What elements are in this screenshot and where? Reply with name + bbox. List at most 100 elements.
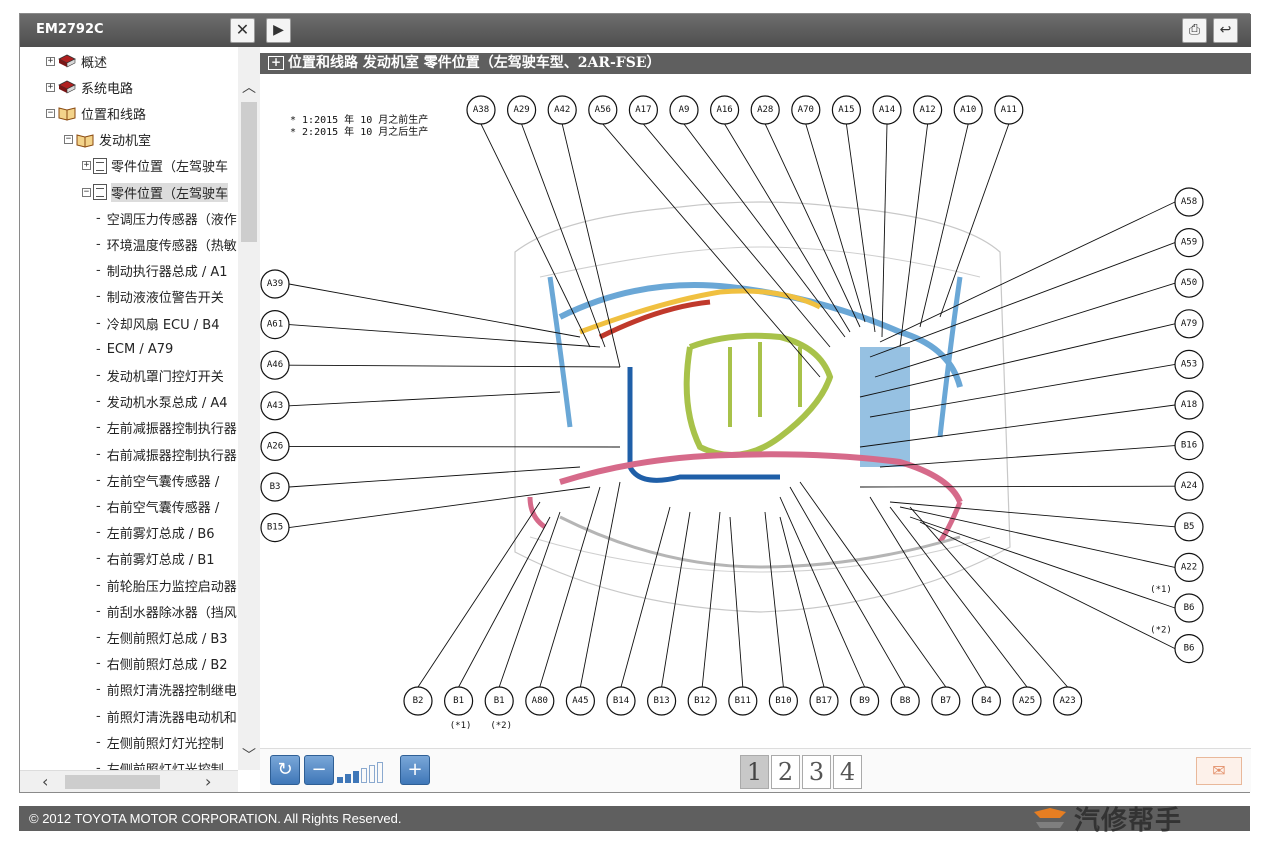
leader-line <box>683 123 846 338</box>
tree-item-label: 右前空气囊传感器 / <box>106 500 220 516</box>
scroll-left-arrow[interactable]: ‹ <box>42 772 48 791</box>
tree-leaf-dash: - <box>96 472 101 488</box>
expand-icon[interactable]: + <box>82 161 91 171</box>
engine-room-diagram: A38 A29 A42 A56 A17 A9 A16 A28 A70 A15 A14 A12 A10 A1… <box>260 95 1204 731</box>
comment-button[interactable]: ✉ <box>1196 757 1242 785</box>
leader-line <box>874 282 1176 378</box>
page-button-2[interactable]: 2 <box>771 755 800 789</box>
play-button[interactable]: ▶ <box>266 18 291 43</box>
leader-line <box>661 511 691 688</box>
page-button-3[interactable]: 3 <box>802 755 831 789</box>
tree-item[interactable]: - 制动执行器总成 / A1 <box>96 259 228 283</box>
scroll-down-arrow[interactable]: ﹀ <box>241 745 257 765</box>
connector-note: (*1) <box>1150 585 1172 595</box>
zoom-in-button[interactable]: + <box>400 755 430 785</box>
close-panel-button[interactable]: ✕ <box>230 18 255 43</box>
expand-icon[interactable]: + <box>46 56 55 66</box>
tree-item[interactable]: -左侧前照灯灯光控制 <box>96 756 224 770</box>
tree-item-label: 零件位置（左驾驶车 <box>111 160 229 176</box>
zoom-level-bar <box>345 774 351 783</box>
tree-item[interactable]: - 前照灯清洗器控制继电 <box>96 678 237 702</box>
tree-item[interactable]: -左侧前照灯灯光控制 <box>96 730 224 754</box>
tree-item[interactable]: - 冷却风扇 ECU / B4 <box>96 311 219 335</box>
tree-item[interactable]: - 右前减振器控制执行器 <box>96 442 237 466</box>
expand-icon[interactable]: + <box>46 82 55 92</box>
back-button[interactable]: ↩ <box>1213 18 1238 43</box>
tree-leaf-dash: - <box>96 341 101 357</box>
tree-item[interactable]: - 前轮胎压力监控启动器 <box>96 573 237 597</box>
leader-line <box>869 242 1176 358</box>
tree-item[interactable]: - 左侧前照灯总成 / B3 <box>96 625 228 649</box>
leader-line <box>724 123 851 333</box>
connector-label: A17 <box>635 105 651 115</box>
tree-item[interactable]: - 空调压力传感器（液作 <box>96 206 237 230</box>
tree-item[interactable]: - 发动机水泵总成 / A4 <box>96 390 228 414</box>
page-button-1[interactable]: 1 <box>740 755 769 789</box>
tree-item[interactable]: − 发动机室 <box>64 128 151 152</box>
page-button-4[interactable]: 4 <box>833 755 862 789</box>
tree-item[interactable]: - 左前雾灯总成 / B6 <box>96 521 215 545</box>
tree-leaf-dash: - <box>96 734 101 750</box>
tree-item-label: 发动机水泵总成 / A4 <box>106 396 228 412</box>
connector-label: A26 <box>267 441 283 451</box>
refresh-button[interactable]: ↻ <box>270 755 300 785</box>
tree-leaf-dash: - <box>96 551 101 567</box>
leader-line <box>764 511 784 688</box>
tree-leaf-dash: - <box>96 577 101 593</box>
document-icon <box>93 184 107 200</box>
tree-item-label: 制动液液位警告开关 <box>106 291 224 307</box>
connector-label: B6 <box>1184 644 1195 654</box>
scroll-thumb[interactable] <box>241 102 257 242</box>
connector-label: B4 <box>981 696 992 706</box>
collapse-icon[interactable]: − <box>82 187 91 197</box>
tree-item[interactable]: - 右前雾灯总成 / B1 <box>96 547 215 571</box>
tree-item[interactable]: - 右侧前照灯总成 / B2 <box>96 652 228 676</box>
scroll-up-arrow[interactable]: ︿ <box>241 77 257 97</box>
diagram-content: + 位置和线路 发动机室 零件位置（左驾驶车型、2AR-FSE） * 1:2015… <box>260 47 1251 761</box>
connector-label: B14 <box>613 696 629 706</box>
leader-line <box>288 391 561 407</box>
tree-leaf-dash: - <box>96 603 101 619</box>
scroll-right-arrow[interactable]: › <box>205 772 211 791</box>
tree-item[interactable]: - ECM / A79 <box>96 337 173 361</box>
connector-label: A42 <box>554 105 570 115</box>
content-header: ▶ ⎙ ↩ <box>260 14 1251 47</box>
leader-line <box>869 496 987 688</box>
tree-item[interactable]: - 前刮水器除冰器（挡风 <box>96 599 237 623</box>
connector-label: A22 <box>1181 562 1197 572</box>
zoom-out-button[interactable]: − <box>304 755 334 785</box>
leader-line <box>789 486 906 688</box>
tree-item[interactable]: + 系统电路 <box>46 75 133 99</box>
leader-line <box>288 486 591 529</box>
leader-line <box>881 123 888 338</box>
leader-line <box>879 445 1176 468</box>
zoom-level-bar <box>353 771 359 783</box>
tree-item[interactable]: - 右前空气囊传感器 / <box>96 494 219 518</box>
connector-label: A12 <box>919 105 935 115</box>
connector-label: A70 <box>798 105 814 115</box>
connector-label: A50 <box>1181 278 1197 288</box>
collapse-icon[interactable]: − <box>46 108 55 118</box>
panel-title: EM2792C <box>36 22 104 37</box>
tree-item[interactable]: − 位置和线路 <box>46 101 146 125</box>
hscroll-thumb[interactable] <box>65 775 160 789</box>
tree-item[interactable]: - 左前减振器控制执行器 <box>96 416 237 440</box>
tree-item[interactable]: + 零件位置（左驾驶车 <box>82 154 228 178</box>
tree-horizontal-scrollbar[interactable]: ‹ › <box>20 770 238 792</box>
tree-item-label: 左侧前照灯灯光控制 <box>107 759 224 770</box>
tree-item[interactable]: - 左前空气囊传感器 / <box>96 468 219 492</box>
collapse-icon[interactable]: − <box>64 135 73 145</box>
page-selector: 1234 <box>740 755 862 789</box>
connector-label: A45 <box>572 696 588 706</box>
tree-vertical-scrollbar[interactable]: ︿ ﹀ <box>238 47 260 770</box>
print-button[interactable]: ⎙ <box>1182 18 1207 43</box>
leader-line <box>845 123 876 333</box>
tree-item-label: 零件位置（左驾驶车 <box>111 182 229 202</box>
tree-item[interactable]: - 环境温度传感器（热敏 <box>96 232 237 256</box>
tree-item[interactable]: - 发动机罩门控灯开关 <box>96 363 224 387</box>
tree-leaf-dash: - <box>96 446 101 462</box>
tree-item[interactable]: − 零件位置（左驾驶车 <box>82 180 229 204</box>
tree-item[interactable]: + 概述 <box>46 49 107 73</box>
tree-item[interactable]: - 前照灯清洗器电动机和 <box>96 704 237 728</box>
tree-item[interactable]: - 制动液液位警告开关 <box>96 285 224 309</box>
